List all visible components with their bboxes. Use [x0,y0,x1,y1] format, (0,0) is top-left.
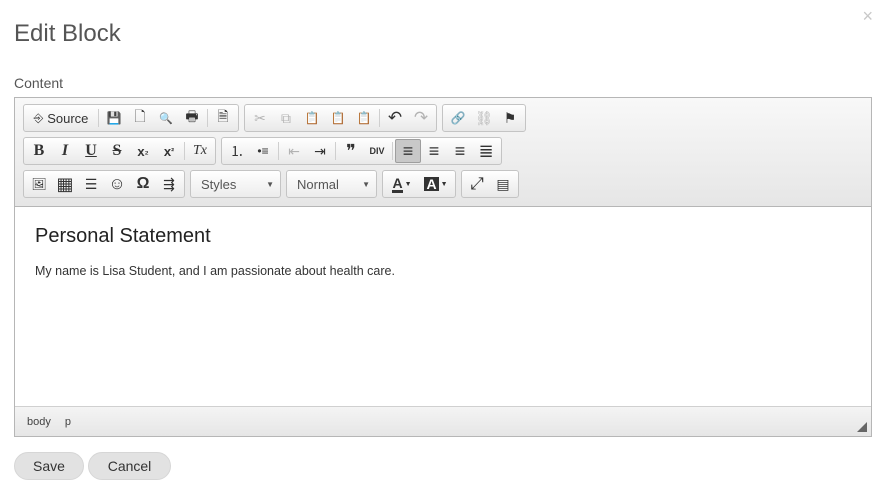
path-item-body[interactable]: body [27,416,51,428]
paste-text-icon[interactable]: 📋 [325,106,351,130]
editor-content-area[interactable]: Personal Statement My name is Lisa Stude… [15,207,871,406]
links-group: 🔗 ⛓ ⚑ [442,104,526,132]
element-path-bar: body p [15,406,871,436]
subscript-base: x [137,143,145,159]
unlink-icon[interactable]: ⛓ [471,106,497,130]
close-icon[interactable]: × [862,6,873,26]
dialog-title: Edit Block [14,20,121,47]
save-icon[interactable]: 💾 [101,106,127,130]
image-icon[interactable]: 🖼 [26,172,52,196]
chevron-down-icon: ▼ [440,180,448,188]
cut-icon[interactable]: ✂ [247,106,273,130]
colors-group: A ▼ A ▼ [382,170,456,198]
remove-format-icon[interactable]: Tx [187,139,213,163]
text-color-button[interactable]: A ▼ [385,172,419,196]
editor-toolbar: ⎆ Source 💾 🗋 🔍 🖶 🗎 ✂ ⧉ 📋 📋 📋 ↶ ↷ 🔗 ⛓ ⚑ B… [15,98,871,207]
copy-icon[interactable]: ⧉ [273,106,299,130]
indent-icon[interactable]: ⇥ [307,139,333,163]
subscript-mark: ₂ [144,146,149,156]
superscript-icon[interactable]: x² [156,139,182,163]
format-dropdown-label: Normal [297,176,339,192]
paste-from-word-icon[interactable]: 📋 [351,106,377,130]
content-field-label: Content [14,75,64,91]
bg-color-icon: A [424,176,439,192]
anchor-icon[interactable]: ⚑ [497,106,523,130]
chevron-down-icon: ▼ [404,180,412,188]
dialog-actions: Save Cancel [14,452,175,480]
numbered-list-icon[interactable]: ⒈ [224,139,250,163]
blockquote-icon[interactable]: ❞ [338,139,364,163]
redo-icon[interactable]: ↷ [408,106,434,130]
paragraph-group: ⒈ •≡ ⇤ ⇥ ❞ DIV ≡ ≡ ≡ ≣ [221,137,502,165]
bulleted-list-icon[interactable]: •≡ [250,139,276,163]
source-button[interactable]: ⎆ Source [26,106,96,130]
content-heading: Personal Statement [35,225,211,247]
create-div-icon[interactable]: DIV [364,139,390,163]
text-color-icon: A [392,174,403,193]
table-icon[interactable]: ▦ [52,172,78,196]
align-center-icon[interactable]: ≡ [421,139,447,163]
cancel-button[interactable]: Cancel [88,452,171,480]
chevron-down-icon: ▼ [266,179,274,189]
styles-dropdown-label: Styles [201,176,237,192]
show-blocks-icon[interactable]: ▤ [490,172,516,196]
tools-group: ⤢ ▤ [461,170,519,198]
italic-icon[interactable]: I [52,139,78,163]
new-page-icon[interactable]: 🗋 [127,106,153,130]
special-char-icon[interactable]: Ω [130,172,156,196]
bold-icon[interactable]: B [26,139,52,163]
source-icon: ⎆ [33,110,44,125]
rich-text-editor: ⎆ Source 💾 🗋 🔍 🖶 🗎 ✂ ⧉ 📋 📋 📋 ↶ ↷ 🔗 ⛓ ⚑ B… [14,97,872,437]
align-justify-icon[interactable]: ≣ [473,139,499,163]
superscript-base: x [163,143,172,159]
strikethrough-icon[interactable]: S [104,139,130,163]
format-dropdown[interactable]: Normal ▼ [286,170,377,198]
smiley-icon[interactable]: ☺ [104,172,130,196]
templates-icon[interactable]: 🗎 [210,106,236,130]
paste-icon[interactable]: 📋 [299,106,325,130]
resize-handle-icon[interactable] [857,422,867,432]
clipboard-group: ✂ ⧉ 📋 📋 📋 ↶ ↷ [244,104,437,132]
link-icon[interactable]: 🔗 [445,106,471,130]
content-paragraph: My name is Lisa Student, and I am passio… [35,264,395,278]
save-button[interactable]: Save [14,452,84,480]
align-right-icon[interactable]: ≡ [447,139,473,163]
bg-color-button[interactable]: A ▼ [419,172,453,196]
underline-icon[interactable]: U [78,139,104,163]
chevron-down-icon: ▼ [362,179,370,189]
superscript-mark: ² [171,146,175,156]
maximize-icon[interactable]: ⤢ [464,172,490,196]
horizontal-rule-icon[interactable]: ☰ [78,172,104,196]
print-icon[interactable]: 🖶 [179,106,205,130]
page-break-icon[interactable]: ⇶ [156,172,182,196]
basic-styles-group: B I U S x₂ x² Tx [23,137,216,165]
styles-dropdown[interactable]: Styles ▼ [190,170,281,198]
align-left-icon[interactable]: ≡ [395,139,421,163]
preview-icon[interactable]: 🔍 [153,106,179,130]
source-label: Source [47,110,89,126]
subscript-icon[interactable]: x₂ [130,139,156,163]
outdent-icon[interactable]: ⇤ [281,139,307,163]
undo-icon[interactable]: ↶ [382,106,408,130]
path-item-p[interactable]: p [65,416,71,428]
insert-group: 🖼 ▦ ☰ ☺ Ω ⇶ [23,170,185,198]
document-group: ⎆ Source 💾 🗋 🔍 🖶 🗎 [23,104,239,132]
